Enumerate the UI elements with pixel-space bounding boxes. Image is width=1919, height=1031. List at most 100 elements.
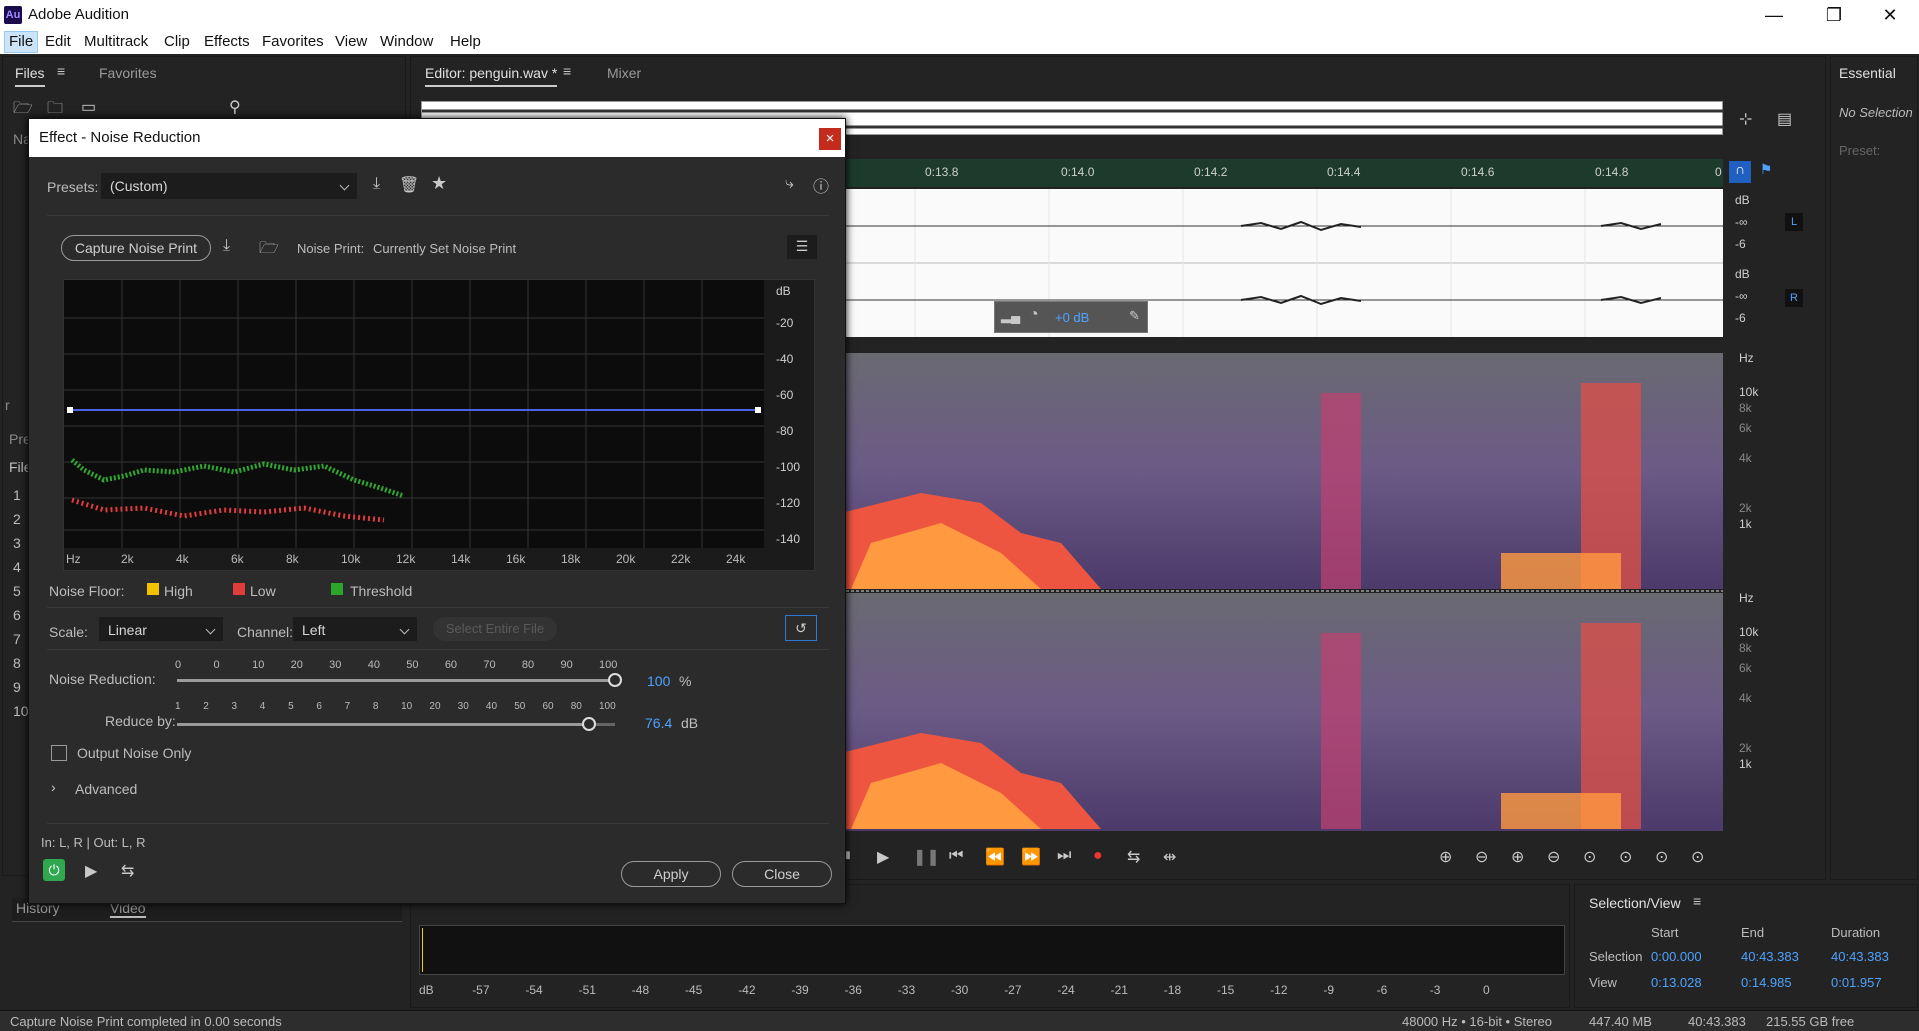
delete-preset-icon[interactable]: 🗑 [399, 175, 419, 195]
skip-selection-icon[interactable]: ⇹ [1163, 847, 1176, 867]
skip-forward-icon[interactable]: ⏭ [1057, 847, 1071, 865]
channel-dropdown[interactable]: Left [293, 617, 417, 641]
gain-knob-icon[interactable]: ◔ [1029, 306, 1039, 324]
menu-view[interactable]: View [335, 33, 367, 50]
time-label: 0:14.8 [1595, 165, 1629, 179]
scale-dropdown[interactable]: Linear [99, 617, 223, 641]
time-label: 0:13.8 [925, 165, 959, 179]
pause-icon[interactable]: ❚❚ [913, 847, 940, 867]
info-icon[interactable]: ⓘ [813, 173, 829, 197]
tab-files[interactable]: Files [15, 65, 45, 87]
fast-forward-icon[interactable]: ⏩ [1021, 847, 1041, 867]
zoom-selection-icon[interactable]: ⊙ [1655, 847, 1668, 867]
preview-play-icon[interactable]: ▶ [85, 861, 97, 881]
zoom-in-amplitude-icon[interactable]: ⊕ [1439, 847, 1452, 867]
noise-reduction-dialog: Effect - Noise Reduction × Presets: (Cus… [28, 118, 846, 904]
zoom-in-point-icon[interactable]: ⊙ [1619, 847, 1632, 867]
menu-window[interactable]: Window [380, 33, 433, 50]
view-start[interactable]: 0:13.028 [1651, 975, 1702, 990]
capture-noise-print-button[interactable]: Capture Noise Print [61, 235, 211, 261]
preview-loop-icon[interactable]: ⇆ [121, 861, 134, 881]
selection-start[interactable]: 0:00.000 [1651, 949, 1702, 964]
curve-handle-right[interactable] [755, 407, 761, 413]
reduce-by-value[interactable]: 76.4 [645, 715, 672, 731]
menu-bar: File Edit Multitrack Clip Effects Favori… [0, 30, 1919, 54]
hud-gain[interactable]: ▂▄ ◔ +0 dB ✎ [994, 301, 1148, 333]
save-noise-print-icon[interactable]: ⤓ [223, 237, 230, 255]
menu-effects[interactable]: Effects [204, 33, 250, 50]
menu-multitrack[interactable]: Multitrack [84, 33, 148, 50]
favorite-star-icon[interactable]: ★ [431, 173, 447, 194]
search-icon[interactable]: ⚲ [229, 97, 241, 117]
dialog-title-bar[interactable]: Effect - Noise Reduction × [29, 119, 845, 157]
hz-label: 8k [1739, 641, 1752, 655]
menu-help[interactable]: Help [450, 33, 481, 50]
nr-tick: 70 [483, 659, 496, 671]
dialog-close-footer-button[interactable]: Close [732, 861, 832, 887]
levels-tick: -30 [951, 983, 969, 997]
skip-back-icon[interactable]: ⏮ [949, 847, 963, 865]
curve-handle-left[interactable] [67, 407, 73, 413]
routing-icon[interactable]: ⤷ [785, 175, 794, 193]
zoom-fit-icon[interactable]: ⊙ [1691, 847, 1704, 867]
apply-button[interactable]: Apply [621, 861, 721, 887]
play-icon[interactable]: ▶ [877, 847, 889, 867]
menu-file[interactable]: File [4, 31, 39, 53]
channel-r-toggle[interactable]: R [1785, 289, 1803, 307]
save-preset-icon[interactable]: ⤓ [373, 175, 380, 193]
noise-graph-svg[interactable] [64, 280, 816, 572]
presets-dropdown[interactable]: (Custom) [101, 173, 357, 199]
noise-reduction-value[interactable]: 100 [647, 673, 670, 689]
hz-label: 10k [1739, 385, 1759, 399]
new-file-icon[interactable]: ▭ [81, 97, 96, 117]
headphone-icon[interactable]: ∩ [1729, 161, 1751, 183]
zoom-out-amplitude-icon[interactable]: ⊖ [1475, 847, 1488, 867]
zoom-out-time-icon[interactable]: ⊖ [1547, 847, 1560, 867]
output-noise-only-checkbox[interactable] [51, 745, 67, 761]
graph-options-icon[interactable]: ☰ [787, 235, 817, 259]
zoom-navigator-icon[interactable]: ⊹ [1739, 109, 1752, 129]
select-entire-file-button[interactable]: Select Entire File [433, 617, 557, 641]
channel-l-toggle[interactable]: L [1785, 213, 1803, 231]
status-size: 447.40 MB [1589, 1014, 1652, 1029]
record-icon[interactable]: ● [1093, 847, 1103, 865]
panel-menu-icon[interactable]: ≡ [1693, 893, 1701, 909]
menu-favorites[interactable]: Favorites [262, 33, 324, 50]
minimize-button[interactable]: — [1746, 2, 1802, 28]
chevron-right-icon[interactable]: › [51, 779, 56, 795]
close-window-button[interactable]: ✕ [1862, 2, 1918, 28]
editor-menu-icon[interactable]: ≡ [563, 63, 571, 79]
view-end[interactable]: 0:14.985 [1741, 975, 1792, 990]
rewind-icon[interactable]: ⏪ [985, 847, 1005, 867]
tab-mixer[interactable]: Mixer [607, 65, 641, 81]
menu-clip[interactable]: Clip [164, 33, 190, 50]
reset-icon[interactable]: ↺ [785, 615, 817, 641]
zoom-in-time-icon[interactable]: ⊕ [1511, 847, 1524, 867]
pin-icon[interactable]: ✎ [1129, 308, 1140, 324]
view-duration[interactable]: 0:01.957 [1831, 975, 1882, 990]
levels-tick: -6 [1376, 983, 1388, 997]
reduce-by-slider[interactable] [177, 717, 615, 731]
selection-end[interactable]: 40:43.383 [1741, 949, 1799, 964]
advanced-toggle[interactable]: Advanced [75, 781, 137, 797]
reduce-by-thumb[interactable] [581, 717, 596, 731]
status-free-space: 215.55 GB free [1766, 1014, 1855, 1029]
db-tick: -40 [776, 352, 794, 366]
panel-menu-icon[interactable]: ≡ [57, 63, 65, 79]
essential-title[interactable]: Essential [1839, 65, 1896, 81]
power-toggle-icon[interactable]: ⏻ [43, 859, 65, 881]
tab-favorites[interactable]: Favorites [99, 65, 157, 81]
open-noise-print-icon[interactable]: 🗁 [259, 237, 279, 264]
noise-reduction-slider[interactable] [177, 673, 622, 687]
dialog-close-button[interactable]: × [819, 128, 841, 150]
selection-duration[interactable]: 40:43.383 [1831, 949, 1889, 964]
zoom-out-full-icon[interactable]: ⊙ [1583, 847, 1596, 867]
loop-icon[interactable]: ⇆ [1127, 847, 1140, 867]
marker-icon[interactable]: ⚑ [1757, 161, 1775, 183]
hud-gain-value[interactable]: +0 dB [1055, 310, 1089, 325]
noise-reduction-thumb[interactable] [608, 673, 622, 687]
maximize-button[interactable]: ❐ [1806, 2, 1862, 28]
menu-edit[interactable]: Edit [45, 33, 71, 50]
tab-editor[interactable]: Editor: penguin.wav * [425, 65, 558, 87]
spectral-toggle-icon[interactable]: ▤ [1777, 109, 1792, 129]
